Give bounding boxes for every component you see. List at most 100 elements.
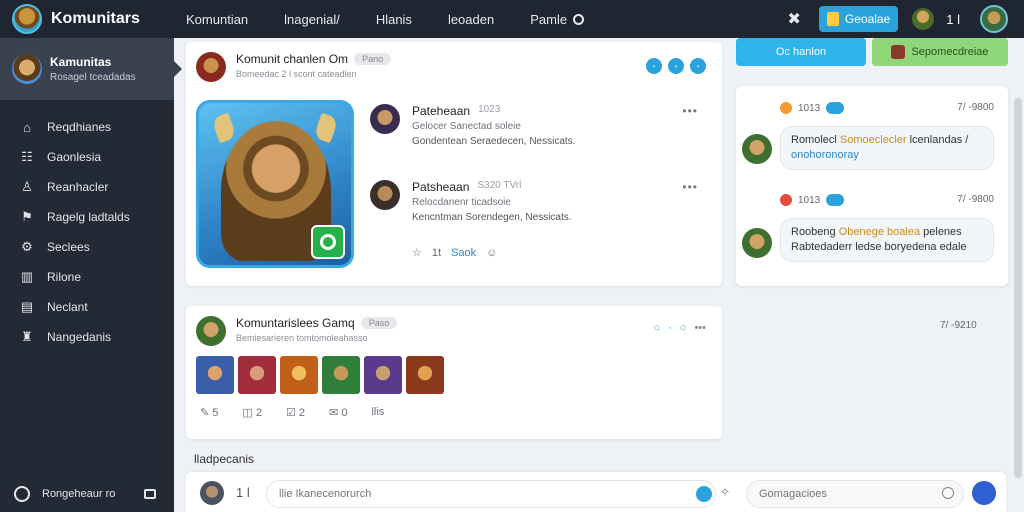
- comment-line-2: Gondentean Seraedecen, Nessicats.: [412, 136, 576, 147]
- profile-name: Kamunitas: [50, 55, 112, 69]
- topnav-item-1[interactable]: Komuntian: [186, 12, 248, 27]
- hero-tile[interactable]: [322, 356, 360, 394]
- more-icon[interactable]: •••: [682, 104, 698, 118]
- comment-meta: 1023: [478, 104, 501, 115]
- post-subtitle: Bomeedac 2 l scont cateadlen: [236, 69, 357, 79]
- sidebar-item-2[interactable]: ☷ Gaonlesia: [0, 142, 174, 172]
- post-chip: Pano: [354, 53, 392, 65]
- scrollbar[interactable]: [1012, 38, 1024, 512]
- message-bubble: Roobeng Obenege boalea pelenes Rabtedade…: [780, 218, 994, 262]
- message-avatar[interactable]: [742, 134, 772, 164]
- dot-icon[interactable]: ·: [668, 322, 672, 334]
- share-icon[interactable]: ◦: [646, 58, 662, 74]
- message-time: 7/ -9800: [957, 194, 994, 205]
- create-button[interactable]: Geoalae: [818, 6, 899, 32]
- sidebar-item-5[interactable]: ⚙ Seclees: [0, 232, 174, 262]
- circle-icon[interactable]: ○: [653, 322, 660, 334]
- hero-tile[interactable]: [196, 356, 234, 394]
- composer-avatar[interactable]: [200, 481, 224, 505]
- game-title: Komuntarislees Gamq: [236, 316, 355, 330]
- comment-line-1: Gelocer Sanectad soleie: [412, 121, 521, 132]
- topnav-item-4[interactable]: leoaden: [448, 12, 494, 27]
- composer: 1 l ✧: [186, 472, 1006, 512]
- comment-avatar[interactable]: [370, 104, 400, 134]
- game-avatar[interactable]: [196, 316, 226, 346]
- scrollbar-thumb[interactable]: [1014, 98, 1022, 478]
- flag-icon: ⚑: [21, 209, 33, 224]
- message-bubble: Romolecl Somoeclecler lcenlandas / onoho…: [780, 126, 994, 170]
- character-icon[interactable]: [912, 8, 935, 30]
- profile-subtitle: Rosagel tceadadas: [50, 72, 136, 83]
- sidebar-item-4[interactable]: ⚑ Ragelg ladtalds: [0, 202, 174, 232]
- emoji-icon[interactable]: ☺: [486, 247, 497, 259]
- sidebar-item-3[interactable]: ♙ Reanhacler: [0, 172, 174, 202]
- post-actions: ☆ 1t Saok ☺: [412, 246, 497, 260]
- more-icon[interactable]: •••: [694, 322, 706, 334]
- post-card: Komunit chanlen Om Pano Bomeedac 2 l sco…: [186, 42, 722, 286]
- primary-action-button[interactable]: Oc hanlon: [736, 38, 866, 66]
- stat-chart[interactable]: ◫ 2: [242, 406, 262, 419]
- post-title: Komunit chanlen Om: [236, 52, 349, 66]
- game-subtitle: Bemiesarieren tomtomoleahasso: [236, 333, 368, 343]
- message-input[interactable]: [266, 480, 716, 508]
- stat-check[interactable]: ☑ 2: [286, 406, 305, 419]
- refresh-icon[interactable]: ◦: [690, 58, 706, 74]
- link-icon[interactable]: ◦: [668, 58, 684, 74]
- message-avatar[interactable]: [742, 228, 772, 258]
- topnav-item-5[interactable]: Pamle: [530, 12, 585, 27]
- action-link[interactable]: Saok: [451, 247, 476, 259]
- sidebar-menu: ⌂ Reqdhianes ☷ Gaonlesia ♙ Reanhacler ⚑ Rage…: [0, 112, 174, 352]
- comment-author: Patsheaan: [412, 180, 470, 194]
- sidebar-item-1[interactable]: ⌂ Reqdhianes: [0, 112, 174, 142]
- section-label: lladpecanis: [194, 452, 255, 466]
- top-nav: Komuntian lnagenial/ Hlanis leoaden Paml…: [186, 12, 620, 27]
- secondary-action-button[interactable]: Sepomecdreiae: [872, 38, 1008, 66]
- more-icon[interactable]: •••: [682, 180, 698, 194]
- user-avatar[interactable]: [980, 5, 1008, 33]
- message-meta: 1013: [780, 194, 845, 206]
- sidebar-profile[interactable]: Kamunitas Rosagel tceadadas: [0, 38, 182, 100]
- spark-icon[interactable]: ✧: [720, 485, 730, 499]
- hero-image: [196, 100, 354, 268]
- hero-tiles: [196, 356, 444, 394]
- hero-tile[interactable]: [280, 356, 318, 394]
- brand-name: Komunitars: [51, 10, 140, 27]
- hero-horn-left: [211, 112, 237, 144]
- brand-logo: [12, 4, 42, 34]
- star-icon[interactable]: ☆: [412, 246, 422, 259]
- sidebar-item-8[interactable]: ♜ Nangedanis: [0, 322, 174, 352]
- hero-tile[interactable]: [238, 356, 276, 394]
- tools-icon[interactable]: ✖: [787, 9, 800, 29]
- attach-icon[interactable]: [696, 486, 712, 502]
- document-icon: ▤: [20, 299, 34, 314]
- hero-tile[interactable]: [364, 356, 402, 394]
- search-input[interactable]: [746, 480, 964, 508]
- top-count: 1 l: [946, 11, 960, 27]
- action-count: 1t: [431, 246, 442, 259]
- post-author-avatar[interactable]: [196, 52, 226, 82]
- hero-badge-icon[interactable]: [311, 225, 345, 259]
- collapse-icon[interactable]: [144, 489, 156, 499]
- stat-comments[interactable]: ✉ 0: [329, 406, 347, 419]
- comment-avatar[interactable]: [370, 180, 400, 210]
- badge-icon: [826, 194, 845, 206]
- brand[interactable]: Komunitars: [0, 4, 174, 34]
- post-header-actions: ◦ ◦ ◦: [646, 58, 706, 74]
- hero-tile[interactable]: [406, 356, 444, 394]
- top-right-tools: ✖ Geoalae 1 l: [787, 0, 1024, 38]
- home-icon: ⌂: [23, 119, 31, 135]
- topnav-item-3[interactable]: Hlanis: [376, 12, 412, 27]
- game-card: Komuntarislees Gamq Paso Bemiesarieren t…: [186, 306, 722, 439]
- send-button[interactable]: [972, 481, 996, 505]
- sidebar-item-7[interactable]: ▤ Neclant: [0, 292, 174, 322]
- comment-1: Pateheaan 1023 Gelocer Sanectad soleie Go…: [370, 104, 710, 147]
- sidebar-footer[interactable]: Rongeheaur ro: [0, 476, 174, 512]
- hero-horn-right: [313, 112, 339, 144]
- search-icon[interactable]: [942, 487, 954, 499]
- sidebar-item-6[interactable]: ▥ Rilone: [0, 262, 174, 292]
- stat-edit[interactable]: ✎ 5: [200, 406, 218, 419]
- game-header: Komuntarislees Gamq Paso Bemiesarieren t…: [196, 316, 398, 346]
- circle-small-icon[interactable]: ○: [680, 322, 687, 334]
- topnav-item-2[interactable]: lnagenial/: [284, 12, 340, 27]
- profile-avatar: [12, 54, 42, 84]
